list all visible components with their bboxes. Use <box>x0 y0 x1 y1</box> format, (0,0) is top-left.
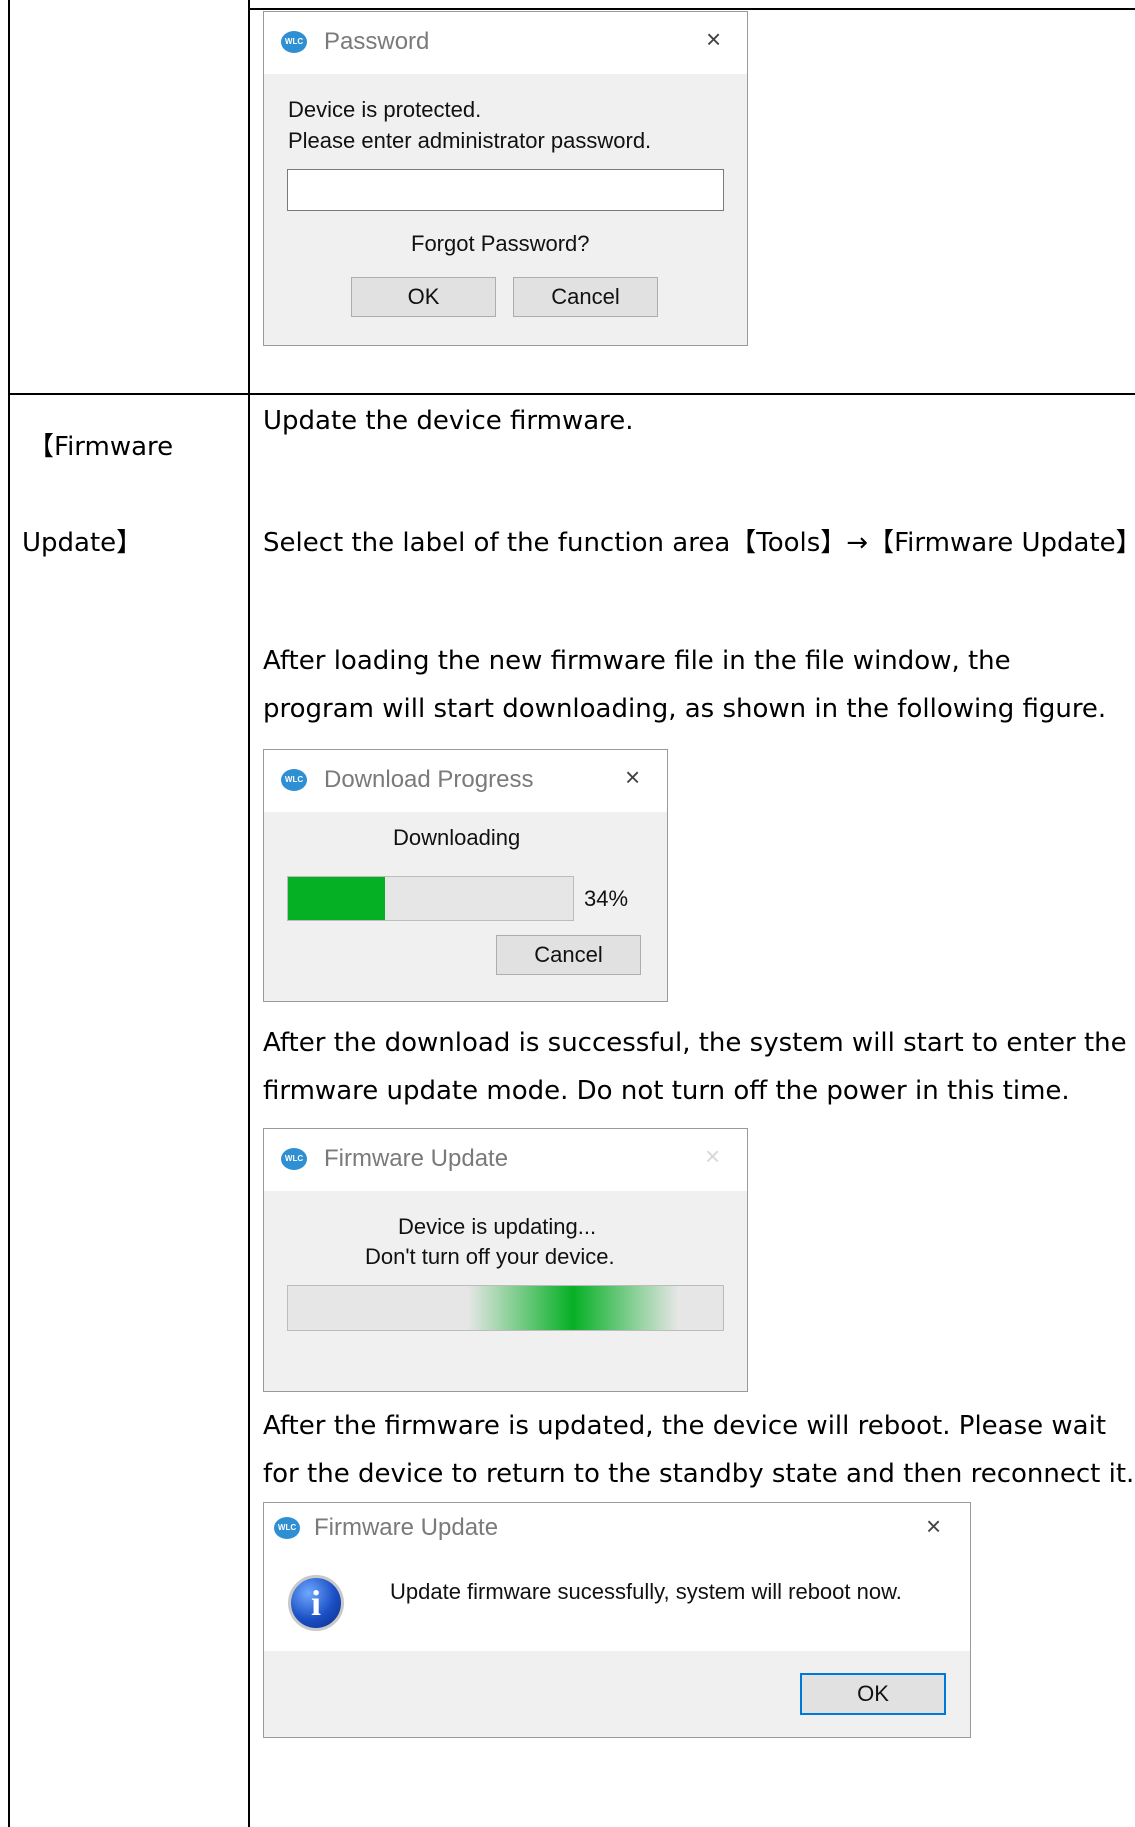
password-dialog: WLC Password × Device is protected. Plea… <box>263 11 748 346</box>
ok-button[interactable]: OK <box>351 277 496 317</box>
cancel-button[interactable]: Cancel <box>513 277 658 317</box>
dialog-title: Password <box>324 28 430 55</box>
table-border-left <box>8 0 10 1827</box>
table-row-divider <box>8 393 1135 395</box>
paragraph-loading-line2: program will start downloading, as shown… <box>263 694 1107 724</box>
download-progress-bar <box>287 876 574 921</box>
dont-turn-off-message: Don't turn off your device. <box>365 1244 615 1269</box>
row-label-line2: Update】 <box>22 528 143 558</box>
paragraph-download-success-line1: After the download is successful, the sy… <box>263 1028 1127 1058</box>
close-icon[interactable]: × <box>706 26 721 52</box>
paragraph-reboot-line1: After the firmware is updated, the devic… <box>263 1411 1107 1441</box>
dialog-title: Download Progress <box>324 766 534 793</box>
success-message: Update firmware sucessfully, system will… <box>390 1579 902 1604</box>
paragraph-select-label: Select the label of the function area【To… <box>263 528 1135 558</box>
close-icon[interactable]: × <box>926 1513 941 1539</box>
forgot-password-link[interactable]: Forgot Password? <box>411 231 590 257</box>
updating-message: Device is updating... <box>398 1214 597 1239</box>
dialog-title: Firmware Update <box>314 1514 499 1541</box>
enter-password-message: Please enter administrator password. <box>288 128 652 153</box>
paragraph-update-firmware: Update the device firmware. <box>263 406 634 436</box>
ok-button[interactable]: OK <box>800 1673 946 1715</box>
download-progress-dialog: WLC Download Progress × Downloading 34% … <box>263 749 668 1002</box>
update-marquee-progress-bar <box>287 1285 724 1331</box>
marquee-highlight <box>468 1286 678 1330</box>
paragraph-reboot-line2: for the device to return to the standby … <box>263 1459 1135 1489</box>
app-logo-icon: WLC <box>281 769 307 791</box>
cancel-button[interactable]: Cancel <box>496 935 641 975</box>
close-icon: × <box>705 1141 721 1171</box>
paragraph-loading-line1: After loading the new firmware file in t… <box>263 646 1011 676</box>
dialog-title: Firmware Update <box>324 1145 509 1172</box>
app-logo-icon: WLC <box>274 1517 300 1539</box>
progress-fill <box>288 877 385 920</box>
password-input[interactable] <box>287 169 724 211</box>
row-label-line1: 【Firmware <box>28 432 174 462</box>
firmware-success-dialog: WLC Firmware Update × i Update firmware … <box>263 1502 971 1738</box>
close-icon[interactable]: × <box>625 764 640 790</box>
table-border-top <box>248 8 1135 10</box>
paragraph-download-success-line2: firmware update mode. Do not turn off th… <box>263 1076 1070 1106</box>
firmware-updating-dialog: WLC Firmware Update × Device is updating… <box>263 1128 748 1392</box>
progress-percent-label: 34% <box>584 886 629 911</box>
downloading-status: Downloading <box>393 825 521 850</box>
protected-message: Device is protected. <box>288 97 482 122</box>
info-icon: i <box>288 1575 344 1631</box>
app-logo-icon: WLC <box>281 1148 307 1170</box>
table-column-divider <box>248 0 250 1827</box>
app-logo-icon: WLC <box>281 31 307 53</box>
